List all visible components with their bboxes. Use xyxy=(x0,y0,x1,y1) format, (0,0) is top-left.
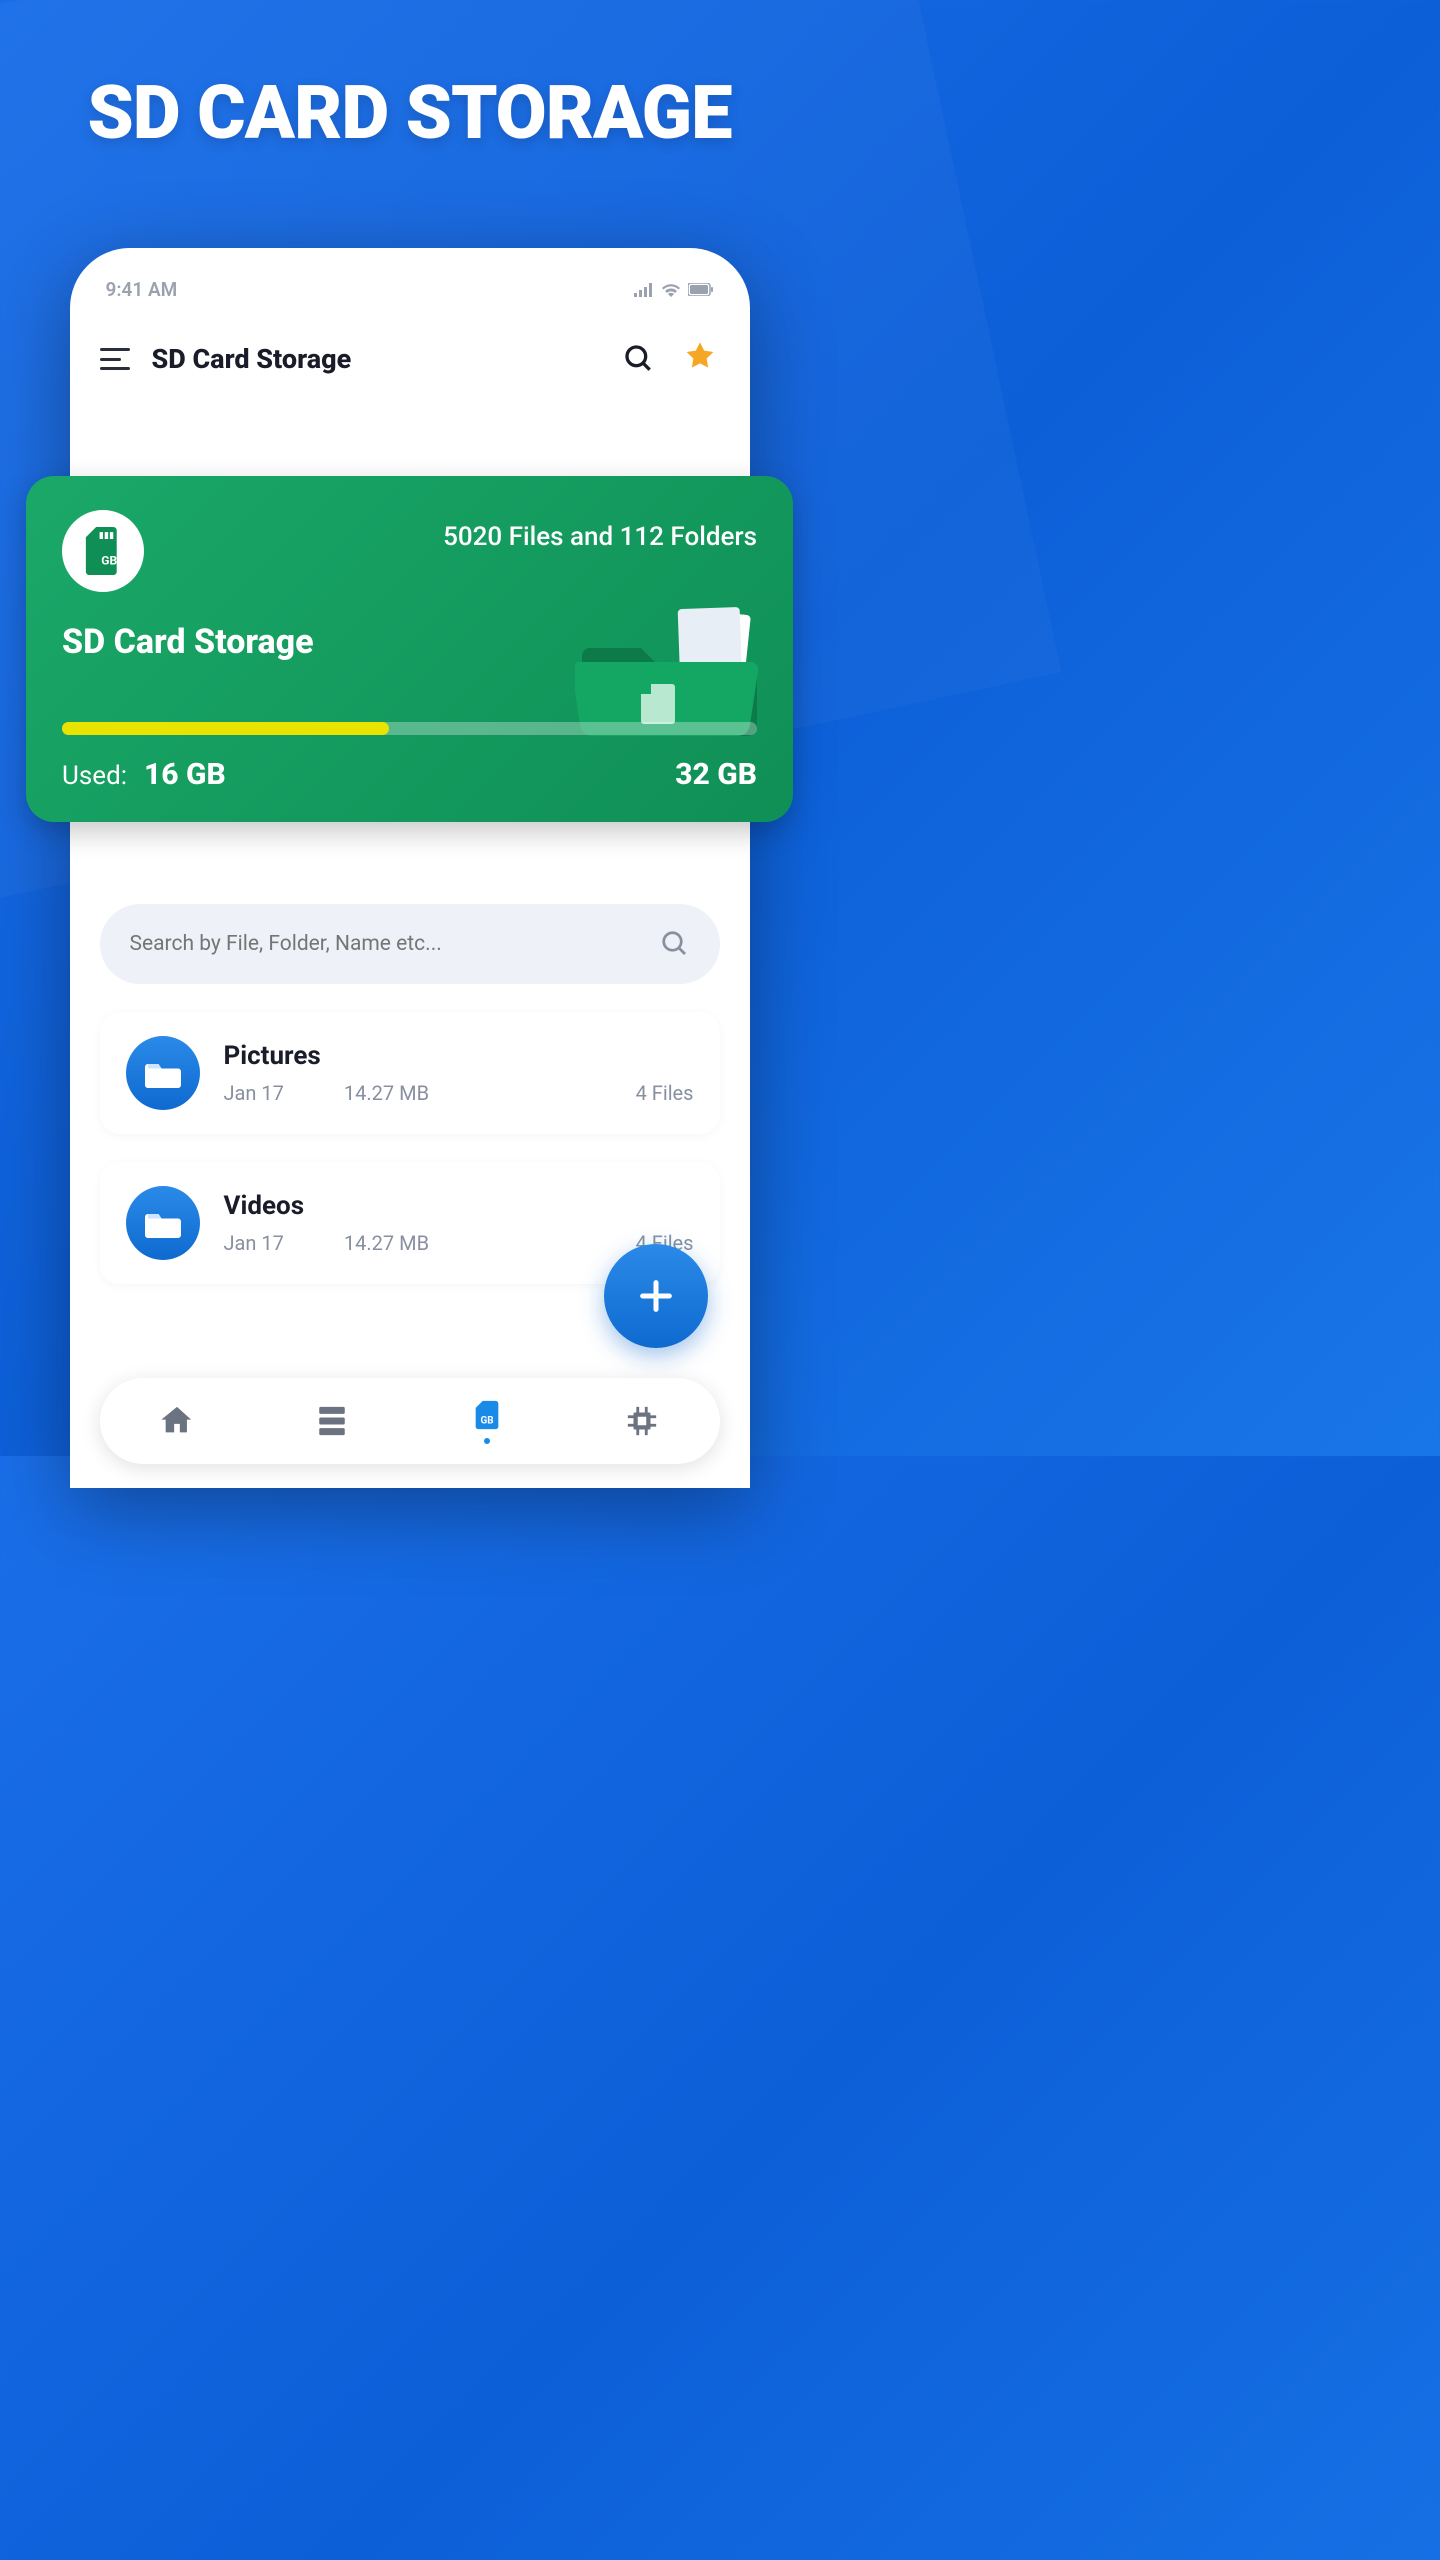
chip-icon xyxy=(625,1404,659,1438)
bottom-nav: GB xyxy=(100,1378,720,1464)
item-name: Videos xyxy=(224,1191,694,1221)
sd-card-icon: GB xyxy=(81,527,125,575)
used-value: 16 GB xyxy=(144,757,226,792)
nav-storage[interactable] xyxy=(315,1404,349,1438)
sd-card-icon: GB xyxy=(470,1398,504,1432)
app-title: SD Card Storage xyxy=(152,343,598,375)
search-input[interactable] xyxy=(130,932,660,956)
status-time: 9:41 AM xyxy=(106,278,178,301)
premium-button[interactable] xyxy=(680,339,720,379)
storage-stats: 5020 Files and 112 Folders xyxy=(443,522,757,552)
progress-track xyxy=(62,722,757,735)
phone-frame: 9:41 AM SD Card Storage Pictures xyxy=(70,248,750,1488)
nav-sd-card[interactable]: GB xyxy=(470,1398,504,1444)
status-bar: 9:41 AM xyxy=(70,248,750,311)
hero-title: SD CARD STORAGE xyxy=(0,0,819,192)
battery-icon xyxy=(688,283,714,296)
folder-icon xyxy=(126,1036,200,1110)
home-icon xyxy=(160,1404,194,1438)
search-icon xyxy=(623,343,655,375)
folder-icon xyxy=(126,1186,200,1260)
svg-text:GB: GB xyxy=(480,1416,493,1427)
crown-icon xyxy=(680,339,720,379)
nav-home[interactable] xyxy=(160,1404,194,1438)
item-name: Pictures xyxy=(224,1041,694,1071)
add-button[interactable] xyxy=(604,1244,708,1348)
item-count: 4 Files xyxy=(636,1081,694,1105)
app-header: SD Card Storage xyxy=(70,311,750,397)
status-icons xyxy=(634,283,714,297)
used-label: Used: xyxy=(62,761,127,791)
item-date: Jan 17 xyxy=(224,1081,284,1105)
signal-icon xyxy=(634,283,654,297)
list-item[interactable]: Pictures Jan 17 14.27 MB 4 Files xyxy=(100,1012,720,1134)
storage-card[interactable]: GB 5020 Files and 112 Folders SD Card St… xyxy=(26,476,793,822)
item-date: Jan 17 xyxy=(224,1231,284,1255)
search-field[interactable] xyxy=(100,904,720,984)
sd-card-badge: GB xyxy=(62,510,144,592)
plus-icon xyxy=(636,1276,676,1316)
nav-hardware[interactable] xyxy=(625,1404,659,1438)
nav-active-dot xyxy=(484,1438,490,1444)
progress-fill xyxy=(62,722,389,735)
item-size: 14.27 MB xyxy=(344,1081,429,1105)
total-value: 32 GB xyxy=(675,757,757,792)
svg-text:GB: GB xyxy=(101,554,117,568)
wifi-icon xyxy=(662,283,680,297)
search-button[interactable] xyxy=(620,340,658,378)
hamburger-icon[interactable] xyxy=(100,348,130,370)
folder-graphic-icon xyxy=(575,606,765,736)
search-icon xyxy=(660,929,690,959)
server-icon xyxy=(315,1404,349,1438)
item-size: 14.27 MB xyxy=(344,1231,429,1255)
